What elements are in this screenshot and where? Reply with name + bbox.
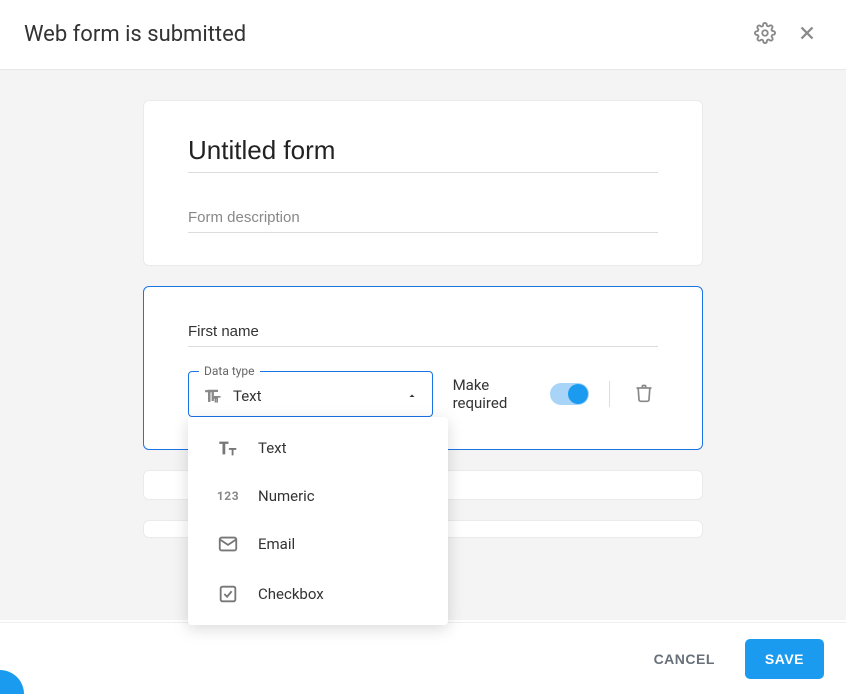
make-required-label: Make required <box>453 376 542 412</box>
datatype-select[interactable]: Data type Text <box>188 371 433 417</box>
form-title-input[interactable] <box>188 129 658 173</box>
gear-icon <box>754 22 776 47</box>
option-label: Text <box>258 439 287 457</box>
form-description-input[interactable] <box>188 201 658 233</box>
delete-field-button[interactable] <box>630 379 658 410</box>
toggle-knob <box>568 384 588 404</box>
text-icon <box>216 437 240 459</box>
datatype-option-email[interactable]: Email <box>188 519 448 569</box>
make-required-control: Make required <box>453 376 589 412</box>
datatype-value: Text <box>233 387 396 405</box>
close-icon <box>796 22 818 47</box>
datatype-option-numeric[interactable]: 123 Numeric <box>188 473 448 519</box>
trash-icon <box>634 391 654 406</box>
content-area: Data type Text <box>0 70 846 620</box>
dialog-title: Web form is submitted <box>24 22 246 47</box>
divider <box>609 381 610 407</box>
datatype-select-wrapper: Data type Text <box>188 371 433 417</box>
chevron-up-icon <box>406 387 418 406</box>
checkbox-icon <box>216 583 240 605</box>
option-label: Checkbox <box>258 585 324 603</box>
numeric-icon: 123 <box>216 489 240 503</box>
dialog-header: Web form is submitted <box>0 0 846 70</box>
datatype-label: Data type <box>199 364 260 378</box>
dialog-footer: CANCEL SAVE <box>0 622 846 694</box>
cancel-button[interactable]: CANCEL <box>640 641 729 677</box>
datatype-dropdown: Text 123 Numeric <box>188 417 448 625</box>
datatype-option-text[interactable]: Text <box>188 423 448 473</box>
datatype-option-checkbox[interactable]: Checkbox <box>188 569 448 619</box>
header-actions <box>750 18 822 51</box>
option-label: Email <box>258 535 295 553</box>
option-label: Numeric <box>258 487 315 505</box>
form-field-card[interactable]: Data type Text <box>143 286 703 450</box>
save-button[interactable]: SAVE <box>745 639 824 679</box>
settings-button[interactable] <box>750 18 780 51</box>
email-icon <box>216 533 240 555</box>
field-controls: Data type Text <box>188 371 658 417</box>
field-name-input[interactable] <box>188 315 658 347</box>
form-header-card <box>143 100 703 266</box>
text-icon <box>203 386 223 406</box>
close-button[interactable] <box>792 18 822 51</box>
make-required-toggle[interactable] <box>550 383 589 405</box>
